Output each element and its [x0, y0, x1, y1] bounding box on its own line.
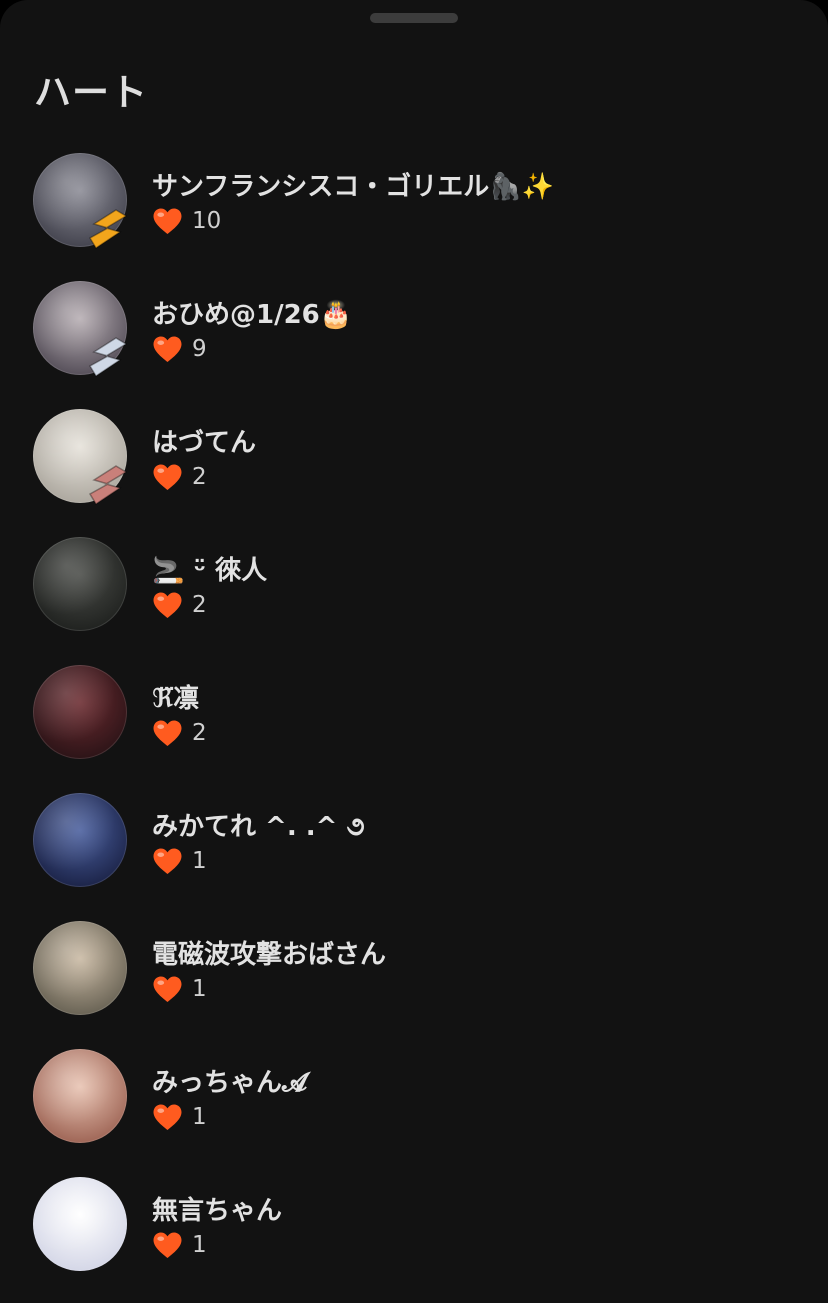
likers-list: サンフランシスコ・ゴリエル🦍✨ 10 おひめ@1/26🎂 9 はづてん 2 🚬 ᵕ̈ 徠人 2… [0, 152, 828, 1303]
heart-count: 10 [192, 208, 222, 234]
heart-count-line: 2 [152, 718, 207, 748]
sheet-title: ハート [34, 71, 148, 114]
heart-count: 1 [192, 1232, 207, 1258]
heart-count-line: 10 [152, 206, 221, 236]
liker-row[interactable]: ℜ⃛凛 2 [0, 664, 828, 792]
sheet-grabber[interactable] [370, 13, 458, 23]
avatar[interactable] [33, 1049, 127, 1143]
heart-count-line: 1 [152, 846, 207, 876]
liker-name[interactable]: ℜ⃛凛 [152, 678, 199, 715]
heart-count-line: 1 [152, 974, 207, 1004]
heart-icon [153, 1232, 182, 1259]
badge-icon [88, 337, 128, 378]
liker-row[interactable]: 無言ちゃん 1 [0, 1176, 828, 1303]
avatar[interactable] [33, 1177, 127, 1271]
liker-name[interactable]: みっちゃん𝓐 [152, 1062, 307, 1099]
liker-row[interactable]: みかてれ ^. .^ ૭ 1 [0, 792, 828, 920]
heart-count-line: 1 [152, 1102, 207, 1132]
heart-icon [153, 208, 182, 235]
liker-name[interactable]: みかてれ ^. .^ ૭ [152, 806, 365, 843]
heart-count: 2 [192, 720, 207, 746]
heart-icon [153, 848, 182, 875]
heart-count: 2 [192, 592, 207, 618]
liker-name[interactable]: 無言ちゃん [152, 1190, 282, 1227]
liker-row[interactable]: 🚬 ᵕ̈ 徠人 2 [0, 536, 828, 664]
heart-count-line: 2 [152, 462, 207, 492]
heart-count: 2 [192, 464, 207, 490]
liker-row[interactable]: はづてん 2 [0, 408, 828, 536]
liker-row[interactable]: 電磁波攻撃おばさん 1 [0, 920, 828, 1048]
heart-count: 9 [192, 336, 207, 362]
heart-count: 1 [192, 976, 207, 1002]
heart-count-line: 1 [152, 1230, 207, 1260]
badge-icon [88, 465, 128, 506]
heart-count: 1 [192, 848, 207, 874]
liker-name[interactable]: おひめ@1/26🎂 [152, 294, 352, 331]
avatar[interactable] [33, 793, 127, 887]
liker-row[interactable]: みっちゃん𝓐 1 [0, 1048, 828, 1176]
liker-row[interactable]: サンフランシスコ・ゴリエル🦍✨ 10 [0, 152, 828, 280]
avatar[interactable] [33, 537, 127, 631]
liker-name[interactable]: はづてん [152, 422, 256, 459]
heart-icon [153, 336, 182, 363]
liker-name[interactable]: 🚬 ᵕ̈ 徠人 [152, 550, 267, 587]
liker-name[interactable]: サンフランシスコ・ゴリエル🦍✨ [152, 166, 554, 203]
badge-icon [88, 209, 128, 250]
heart-count-line: 9 [152, 334, 207, 364]
liker-row[interactable]: おひめ@1/26🎂 9 [0, 280, 828, 408]
avatar[interactable] [33, 665, 127, 759]
heart-icon [153, 976, 182, 1003]
liker-name[interactable]: 電磁波攻撃おばさん [152, 934, 386, 971]
avatar[interactable] [33, 921, 127, 1015]
heart-icon [153, 1104, 182, 1131]
heart-icon [153, 464, 182, 491]
heart-count-line: 2 [152, 590, 207, 620]
heart-icon [153, 720, 182, 747]
likes-sheet: ハート サンフランシスコ・ゴリエル🦍✨ 10 おひめ@1/26🎂 9 はづてん 2 🚬 ᵕ̈… [0, 0, 828, 1303]
heart-icon [153, 592, 182, 619]
heart-count: 1 [192, 1104, 207, 1130]
